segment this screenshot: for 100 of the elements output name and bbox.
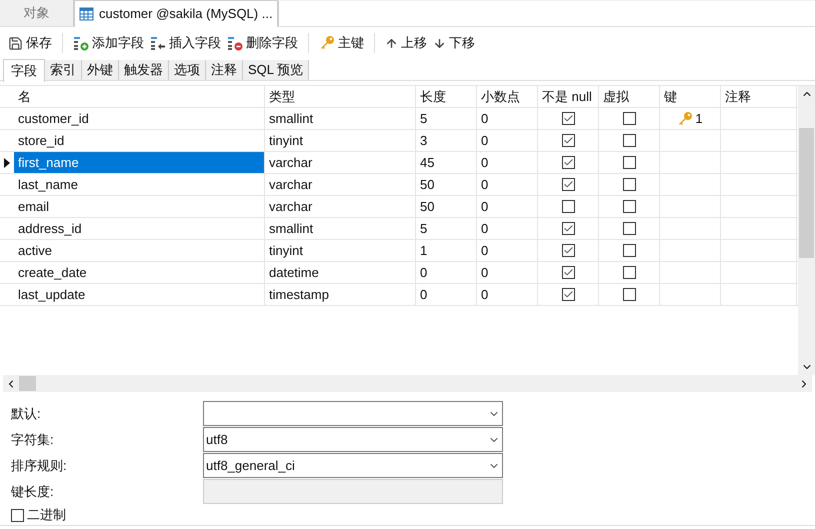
- toolbar-button[interactable]: 上移: [383, 31, 429, 55]
- checkbox[interactable]: [562, 288, 574, 301]
- tab[interactable]: 外键: [82, 60, 119, 80]
- table-cell: varchar: [265, 174, 416, 195]
- checkbox[interactable]: [562, 266, 574, 279]
- table-row[interactable]: address_id smallint 5 0: [0, 218, 798, 240]
- checkbox-label: 二进制: [27, 506, 66, 524]
- dropdown-field[interactable]: utf8_general_ci: [203, 453, 503, 478]
- toolbar-button[interactable]: 主键: [317, 31, 366, 55]
- checkbox[interactable]: [622, 288, 636, 301]
- checkbox[interactable]: [562, 134, 574, 147]
- checkbox[interactable]: [562, 222, 574, 235]
- column-header[interactable]: 名: [14, 86, 265, 107]
- checkbox[interactable]: [562, 244, 574, 257]
- table-cell: 0: [477, 284, 538, 305]
- table-row[interactable]: first_name varchar 45 0: [0, 152, 798, 174]
- table-cell: last_name: [14, 174, 265, 195]
- checkbox[interactable]: [562, 178, 574, 191]
- checkbox[interactable]: [622, 178, 636, 191]
- table-cell: 0: [416, 262, 477, 283]
- checkbox[interactable]: [562, 112, 574, 125]
- insert-field-icon: [150, 35, 166, 51]
- checkbox[interactable]: [622, 244, 636, 257]
- tab[interactable]: 触发器: [119, 60, 169, 80]
- toolbar-button[interactable]: 保存: [6, 31, 54, 55]
- table-cell: address_id: [14, 218, 265, 239]
- key-number: 1: [695, 110, 703, 128]
- checkbox[interactable]: [622, 112, 636, 125]
- column-header[interactable]: 键: [660, 86, 721, 107]
- toolbar-button[interactable]: 下移: [431, 31, 477, 55]
- dropdown-field[interactable]: [203, 401, 503, 426]
- column-header[interactable]: 不是 null: [538, 86, 599, 107]
- tab[interactable]: 字段: [3, 59, 45, 82]
- column-header[interactable]: 类型: [265, 86, 416, 107]
- delete-field-icon: [227, 35, 243, 51]
- column-header[interactable]: 长度: [416, 86, 477, 107]
- scroll-thumb[interactable]: [799, 128, 814, 258]
- dropdown-field[interactable]: utf8: [203, 427, 503, 452]
- field-label: 字符集:: [11, 430, 55, 449]
- table-cell: 5: [416, 218, 477, 239]
- toolbar-button[interactable]: 插入字段: [148, 31, 223, 55]
- primary-key-icon: [677, 110, 694, 126]
- table-cell: 0: [477, 240, 538, 261]
- document-tab[interactable]: customer @sakila (MySQL) ...: [74, 0, 278, 27]
- column-header[interactable]: 虚拟: [599, 86, 660, 107]
- table-cell: active: [14, 240, 265, 261]
- row-pointer-icon: [4, 158, 10, 168]
- table-cell: 0: [477, 130, 538, 151]
- horizontal-scrollbar[interactable]: [3, 375, 812, 392]
- table-row[interactable]: active tinyint 1 0: [0, 240, 798, 262]
- table-cell: 5: [416, 108, 477, 129]
- add-field-icon: [73, 35, 89, 51]
- table-cell: create_date: [14, 262, 265, 283]
- checkbox[interactable]: [622, 222, 636, 235]
- toolbar-button[interactable]: 添加字段: [71, 31, 146, 55]
- table-cell: tinyint: [265, 130, 416, 151]
- checkbox[interactable]: [562, 156, 574, 169]
- table-row[interactable]: last_update timestamp 0 0: [0, 284, 798, 306]
- vertical-scrollbar[interactable]: [798, 86, 815, 375]
- tab[interactable]: 选项: [169, 60, 206, 80]
- tab[interactable]: 注释: [206, 60, 243, 80]
- table-cell: 1: [416, 240, 477, 261]
- table-cell: email: [14, 196, 265, 217]
- checkbox[interactable]: [622, 200, 636, 213]
- table-cell: tinyint: [265, 240, 416, 261]
- table-cell: 45: [416, 152, 477, 173]
- table-cell: 50: [416, 196, 477, 217]
- tab[interactable]: SQL 预览: [243, 60, 310, 80]
- checkbox[interactable]: [562, 200, 574, 213]
- tab[interactable]: 索引: [45, 60, 82, 80]
- key-icon: [319, 35, 335, 51]
- table-cell: 0: [477, 108, 538, 129]
- table-cell: varchar: [265, 196, 416, 217]
- table-cell: store_id: [14, 130, 265, 151]
- column-header[interactable]: 小数点: [477, 86, 538, 107]
- checkbox[interactable]: [622, 266, 636, 279]
- table-cell: datetime: [265, 262, 416, 283]
- column-header[interactable]: 注释: [721, 86, 797, 107]
- checkbox[interactable]: [622, 134, 636, 147]
- table-cell: 0: [477, 262, 538, 283]
- checkbox[interactable]: [622, 156, 636, 169]
- arrow-down-icon: [433, 36, 446, 50]
- table-cell: 0: [477, 152, 538, 173]
- table-icon: [79, 6, 95, 22]
- table-cell: varchar: [265, 152, 416, 173]
- checkbox[interactable]: [11, 508, 24, 522]
- table-cell: timestamp: [265, 284, 416, 305]
- table-cell: customer_id: [14, 108, 265, 129]
- scroll-thumb[interactable]: [19, 376, 36, 391]
- toolbar-button[interactable]: 删除字段: [225, 31, 300, 55]
- field-label: 默认:: [11, 404, 42, 423]
- table-row[interactable]: last_name varchar 50 0: [0, 174, 798, 196]
- table-cell: 0: [477, 196, 538, 217]
- table-cell: 0: [416, 284, 477, 305]
- table-row[interactable]: customer_id smallint 5 0 1: [0, 108, 798, 130]
- table-row[interactable]: create_date datetime 0 0: [0, 262, 798, 284]
- arrow-up-icon: [385, 36, 398, 50]
- input-field[interactable]: [203, 479, 503, 504]
- table-row[interactable]: email varchar 50 0: [0, 196, 798, 218]
- table-cell: last_update: [14, 284, 265, 305]
